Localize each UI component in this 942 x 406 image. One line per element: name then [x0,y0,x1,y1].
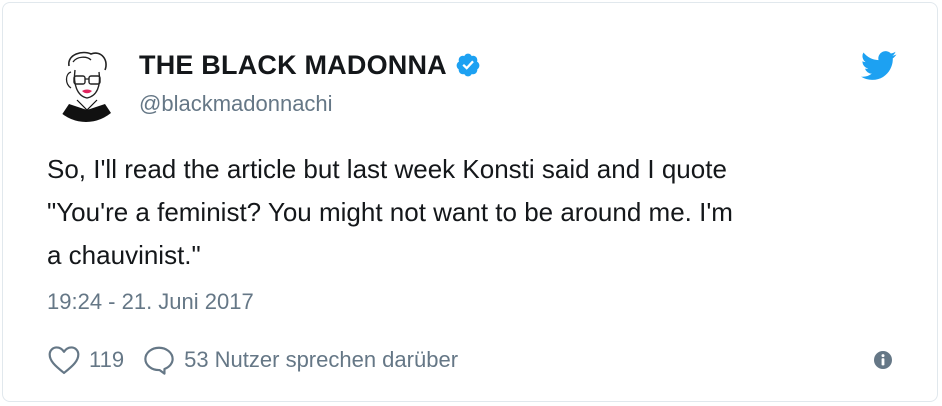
tweet-text: So, I'll read the article but last week … [47,148,907,277]
tweet-timestamp[interactable]: 19:24 - 21. Juni 2017 [47,289,254,315]
info-icon[interactable] [873,350,893,370]
woman-sketch-avatar-icon [47,44,125,122]
user-handle[interactable]: @blackmadonnachi [139,91,333,117]
tweet-text-line: "You're a feminist? You might not want t… [47,197,733,227]
avatar[interactable] [47,44,125,122]
replies-label: 53 Nutzer sprechen darüber [184,347,459,372]
twitter-bird-icon[interactable] [861,51,897,81]
speech-bubble-icon [144,346,174,375]
user-name-row: THE BLACK MADONNA [139,47,481,83]
display-name[interactable]: THE BLACK MADONNA [139,50,447,81]
like-button[interactable]: 119 [47,345,124,375]
likes-count: 119 [89,347,125,372]
tweet-card: THE BLACK MADONNA @blackmadonnachi So, I… [2,2,938,402]
tweet-text-line: So, I'll read the article but last week … [47,154,727,184]
verified-badge-icon [456,53,480,77]
reply-button[interactable]: 53 Nutzer sprechen darüber [142,345,458,375]
tweet-text-line: a chauvinist." [47,240,201,270]
heart-icon [48,346,80,375]
tweet-actions: 119 53 Nutzer sprechen darüber [47,343,458,377]
